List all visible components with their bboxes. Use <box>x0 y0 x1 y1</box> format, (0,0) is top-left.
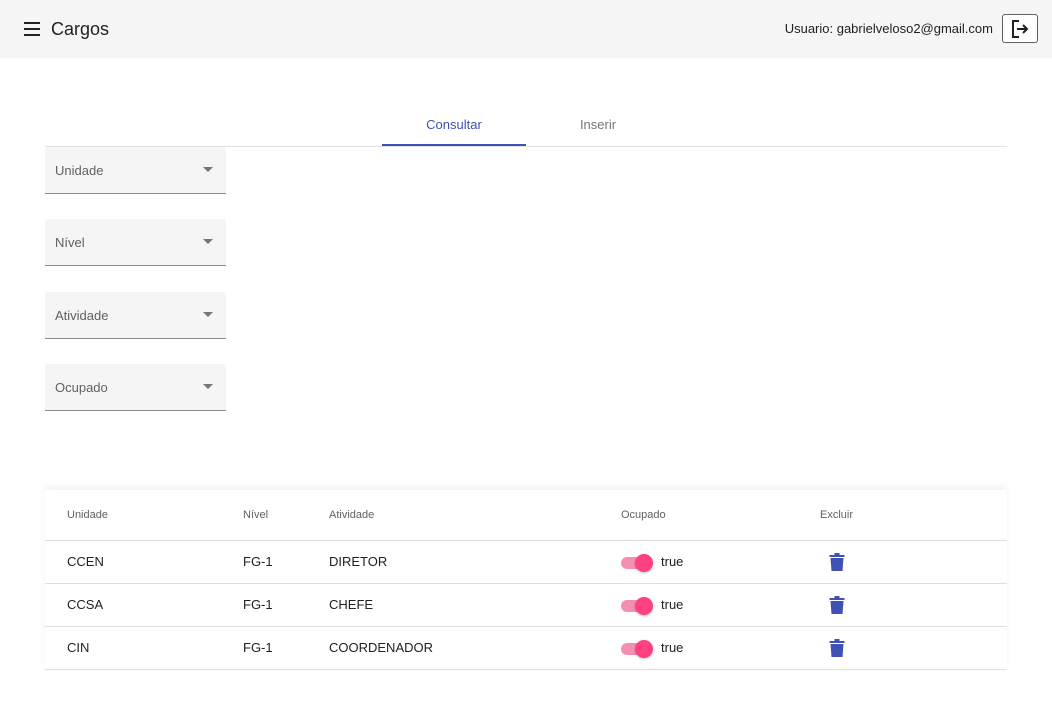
top-app-bar: Cargos Usuario: gabrielveloso2@gmail.com <box>0 0 1052 58</box>
ocupado-toggle[interactable] <box>621 596 655 616</box>
user-label: Usuario: gabrielveloso2@gmail.com <box>784 21 993 36</box>
logout-arrow-icon <box>1012 20 1029 38</box>
hamburger-menu-icon[interactable] <box>22 19 42 39</box>
ocupado-select-label: Ocupado <box>55 380 108 395</box>
dropdown-arrow-icon <box>203 312 213 317</box>
table-header-row: Unidade Nível Atividade Ocupado Excluir <box>45 490 1007 541</box>
ocupado-toggle-label: true <box>661 640 684 655</box>
cell-nivel: FG-1 <box>243 597 273 612</box>
cell-unidade: CCEN <box>67 554 104 569</box>
tab-bar: Consultar Inserir <box>45 103 1007 147</box>
ocupado-select[interactable]: Ocupado <box>45 364 226 411</box>
ocupado-toggle[interactable] <box>621 553 655 573</box>
column-header-nivel[interactable]: Nível <box>243 507 268 523</box>
column-header-atividade[interactable]: Atividade <box>329 507 374 523</box>
column-header-ocupado[interactable]: Ocupado <box>621 507 666 523</box>
cell-nivel: FG-1 <box>243 554 273 569</box>
table-row: CCEN FG-1 DIRETOR true <box>45 541 1007 584</box>
cell-unidade: CIN <box>67 640 90 655</box>
cell-atividade: DIRETOR <box>329 554 388 569</box>
dropdown-arrow-icon <box>203 167 213 172</box>
unidade-select-label: Unidade <box>55 163 104 178</box>
logout-button[interactable] <box>1002 14 1038 43</box>
ocupado-toggle[interactable] <box>621 639 655 659</box>
cell-nivel: FG-1 <box>243 640 273 655</box>
cell-atividade: CHEFE <box>329 597 374 612</box>
cell-atividade: COORDENADOR <box>329 640 434 655</box>
active-tab-indicator <box>382 144 526 146</box>
tab-consultar[interactable]: Consultar <box>382 103 526 146</box>
unidade-select[interactable]: Unidade <box>45 147 226 194</box>
trash-icon[interactable] <box>829 596 845 614</box>
ocupado-toggle-label: true <box>661 597 684 612</box>
trash-icon[interactable] <box>829 553 845 571</box>
table-row: CIN FG-1 COORDENADOR true <box>45 627 1007 670</box>
trash-icon[interactable] <box>829 639 845 657</box>
column-header-excluir: Excluir <box>820 509 854 521</box>
tab-inserir[interactable]: Inserir <box>526 103 670 146</box>
atividade-select[interactable]: Atividade <box>45 292 226 339</box>
nivel-select-label: Nível <box>55 235 85 250</box>
nivel-select[interactable]: Nível <box>45 219 226 266</box>
dropdown-arrow-icon <box>203 384 213 389</box>
table-row: CCSA FG-1 CHEFE true <box>45 584 1007 627</box>
cargos-table: Unidade Nível Atividade Ocupado Excluir … <box>45 490 1007 670</box>
page-title: Cargos <box>51 19 110 39</box>
cell-unidade: CCSA <box>67 597 104 612</box>
ocupado-toggle-label: true <box>661 554 684 569</box>
atividade-select-label: Atividade <box>55 308 109 323</box>
dropdown-arrow-icon <box>203 239 213 244</box>
column-header-unidade[interactable]: Unidade <box>67 507 108 523</box>
